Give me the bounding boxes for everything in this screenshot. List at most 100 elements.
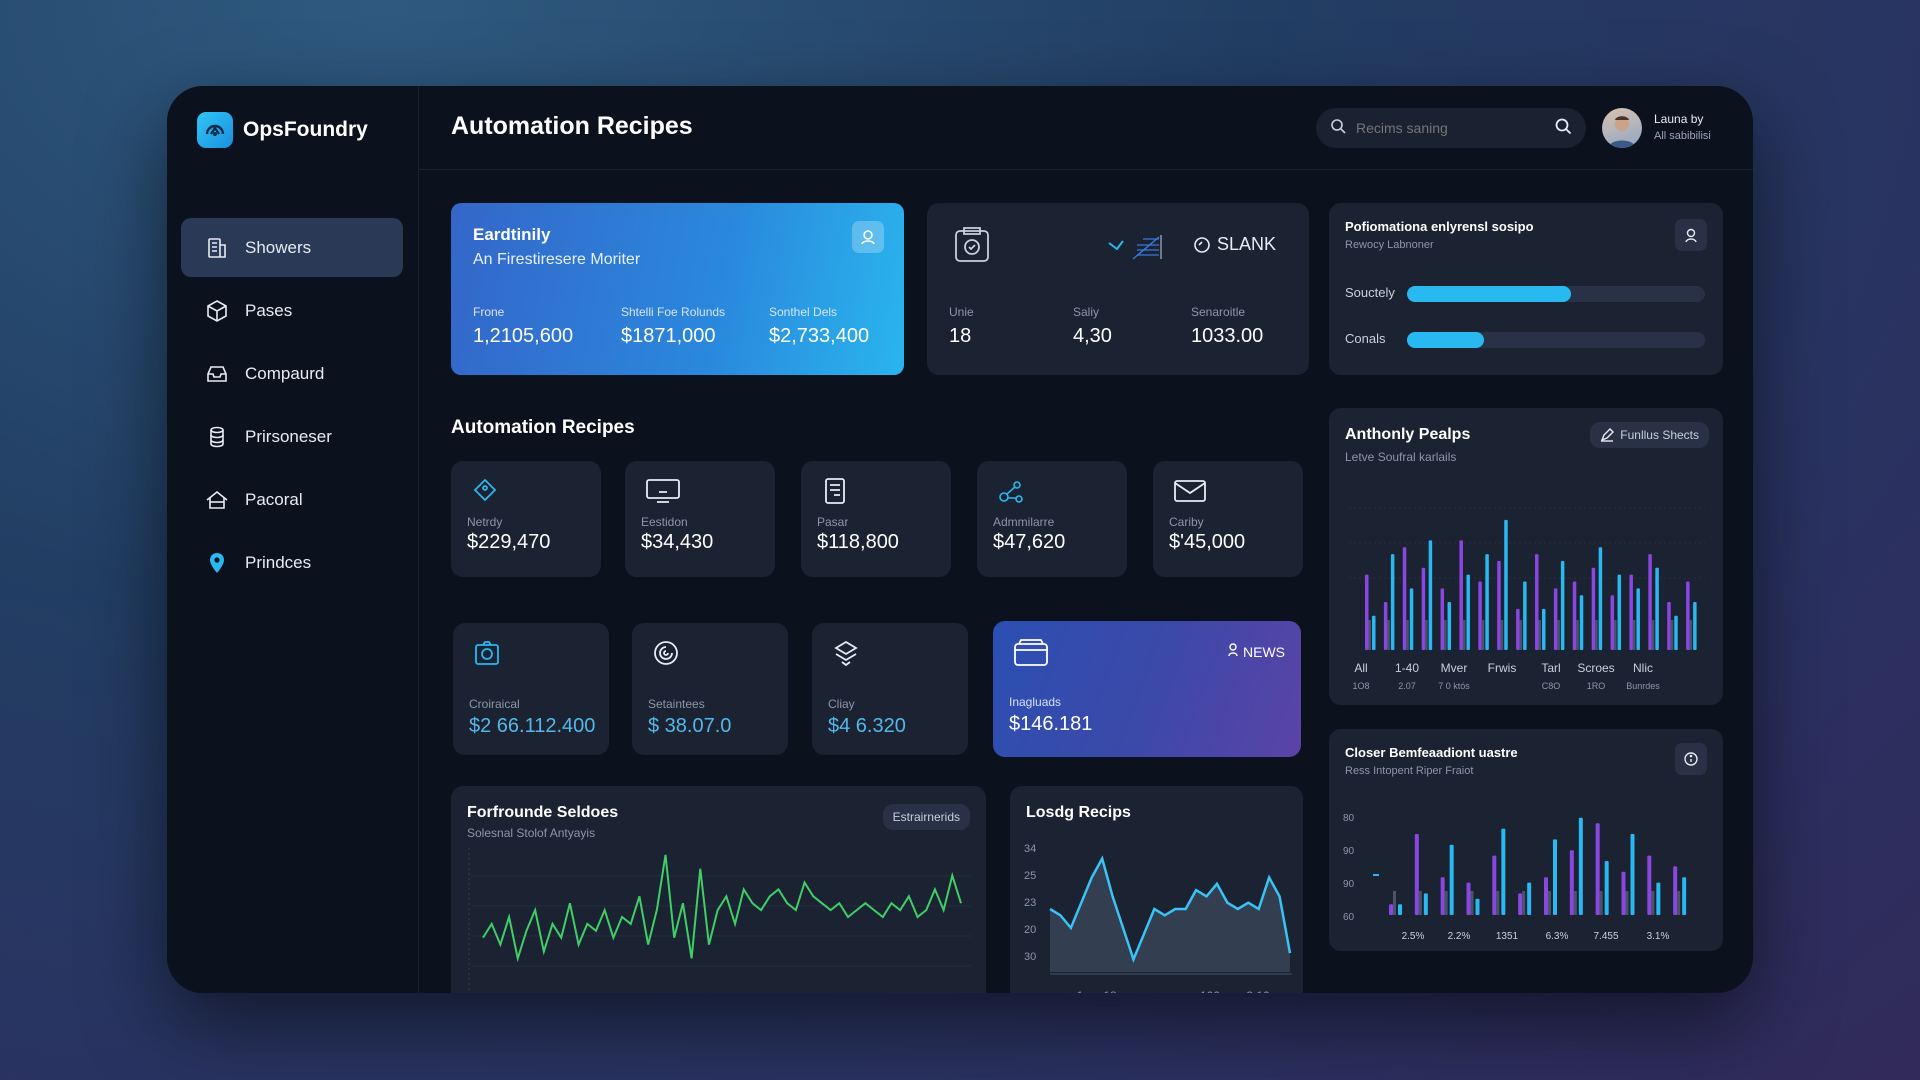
chart-bar <box>1409 588 1414 650</box>
sidebar-item-pacoral[interactable]: Pacoral <box>181 470 403 529</box>
x-tick-label: Mver <box>1441 661 1468 675</box>
hero-stat-label: Frone <box>473 305 505 319</box>
chart-bar-shadow <box>1393 891 1396 915</box>
sidebar-nav: Showers Pases Compaurd Prirsoneser Pacor… <box>181 218 403 596</box>
user-icon[interactable] <box>1675 219 1707 251</box>
recipe-tile[interactable]: Admmilarre $47,620 <box>977 461 1127 577</box>
chart-bar-shadow <box>1500 620 1504 650</box>
sidebar-item-label: Prirsoneser <box>245 426 332 446</box>
perf-subtitle: Rewocy Labnoner <box>1345 239 1434 251</box>
user-icon[interactable] <box>852 221 884 253</box>
x-tick-label: Scroes <box>1577 661 1614 675</box>
chart-bar-shadow <box>1406 620 1409 650</box>
recipe-tile[interactable]: Pasar $118,800 <box>801 461 951 577</box>
app-window: OpsFoundry Showers Pases Compaurd Prirso… <box>167 86 1753 993</box>
recipe-tile[interactable]: Cliay $4 6.320 <box>812 623 968 755</box>
brand[interactable]: OpsFoundry <box>197 112 368 148</box>
sidebar-item-pases[interactable]: Pases <box>181 281 403 340</box>
chart-bar <box>1523 581 1527 650</box>
chart-bar <box>1542 608 1546 650</box>
hero-subtitle: An Firestiresere Moriter <box>473 251 641 268</box>
chart-bar <box>1428 540 1433 650</box>
sparkline-icon <box>1107 233 1163 266</box>
tile-label: Cariby <box>1169 515 1204 529</box>
x-tick-label: 6.3% <box>1546 931 1569 942</box>
recipe-tile[interactable]: Netrdy $229,470 <box>451 461 601 577</box>
chart-bar-shadow <box>1677 891 1681 915</box>
x-tick-label: 18 <box>1103 989 1117 993</box>
search-submit-icon[interactable] <box>1554 117 1572 140</box>
sidebar-item-compaurd[interactable]: Compaurd <box>181 344 403 403</box>
x-tick-label: All <box>1354 661 1367 675</box>
recipe-tile[interactable]: Croiraical $2 66.112.400 <box>453 623 609 755</box>
chart-bar <box>1572 581 1577 650</box>
slank-card[interactable]: SLANK Unie 18 Saliy 4,30 Senaroitle 1033… <box>927 203 1309 375</box>
building-icon <box>205 236 229 260</box>
page-title: Automation Recipes <box>451 112 693 140</box>
bell-icon <box>1228 643 1238 657</box>
chart-bar-shadow <box>1632 620 1636 650</box>
slank-stat-value: 1033.00 <box>1191 325 1264 347</box>
recipe-tile[interactable]: Cariby $'45,000 <box>1153 461 1303 577</box>
news-tag[interactable]: NEWS <box>1227 643 1285 660</box>
chart-bar-shadow <box>1368 620 1371 650</box>
news-tile[interactable]: NEWS Inagluads $146.181 <box>993 621 1301 757</box>
chart-bar <box>1478 581 1482 650</box>
performance-card[interactable]: Pofiomationa enlyrensl sosipo Rewocy Lab… <box>1329 203 1723 375</box>
chart-bar <box>1621 871 1626 915</box>
y-tick-label: 90 <box>1343 846 1355 857</box>
recipe-tile[interactable]: Eestidon $34,430 <box>625 461 775 577</box>
y-tick-label: 90 <box>1343 879 1355 890</box>
chart-bar <box>1604 861 1609 915</box>
chart-bar <box>1414 834 1419 915</box>
chart-bar <box>1421 567 1426 650</box>
map-pin-icon <box>205 551 229 575</box>
brand-name: OpsFoundry <box>243 118 368 141</box>
chart-bar <box>1516 608 1520 650</box>
avatar[interactable] <box>1602 108 1642 148</box>
chart-series-line <box>482 854 962 963</box>
chart-bar <box>1527 882 1532 915</box>
chart-bar <box>1648 554 1652 650</box>
y-tick-label: 25 <box>1024 870 1036 882</box>
chart-bar-shadow <box>1689 620 1693 650</box>
anthony-bar-chart: All 1-40 Mver Frwis Tarl Scroes Nlic 1O8 2.07 7 0… <box>1349 507 1705 691</box>
chart-bar <box>1440 877 1445 915</box>
chart-bar <box>1636 588 1640 650</box>
layers-icon <box>832 639 860 667</box>
sidebar-item-prindces[interactable]: Prindces <box>181 533 403 592</box>
chart-bar <box>1535 554 1539 650</box>
sidebar-item-label: Showers <box>245 237 312 257</box>
x-tick-label: 2.2% <box>1448 931 1471 942</box>
sidebar-item-showers[interactable]: Showers <box>181 218 403 277</box>
losdg-chart-card: Losdg Recips 34 25 23 20 30 1 18 100 3.10 <box>1010 786 1303 993</box>
slank-stat: Saliy 4,30 <box>1073 305 1112 348</box>
chart-bar <box>1383 602 1388 650</box>
hero-card[interactable]: Eardtinily An Firestiresere Moriter Fron… <box>451 203 904 375</box>
sidebar-item-prirsoneser[interactable]: Prirsoneser <box>181 407 403 466</box>
tile-label: Admmilarre <box>993 515 1055 529</box>
chart-bar <box>1655 567 1659 650</box>
chart-bar <box>1595 823 1600 915</box>
spiral-icon <box>652 639 680 667</box>
forfrounde-line-chart <box>468 848 971 993</box>
slank-stat: Unie 18 <box>949 305 974 348</box>
losdg-area-chart: 34 25 23 20 30 1 18 100 3.10 <box>1024 843 1292 993</box>
recipe-tile[interactable]: Setaintees $ 38.07.0 <box>632 623 788 755</box>
chart-bar <box>1447 602 1452 650</box>
y-tick-label: 23 <box>1024 897 1036 909</box>
tile-value: $4 6.320 <box>828 715 906 737</box>
tile-label: Setaintees <box>648 697 705 711</box>
x-tick-label: 1351 <box>1496 931 1519 942</box>
progress-bar-fill <box>1407 332 1485 348</box>
tile-value: $47,620 <box>993 531 1066 553</box>
tag-icon <box>471 477 499 505</box>
sidebar-item-label: Pases <box>245 300 293 320</box>
search-box[interactable] <box>1316 108 1586 148</box>
closer-bar-chart: 80 90 90 60 2.5% 2.2% 1351 6.3% 7.455 3.1% <box>1343 813 1687 942</box>
search-input[interactable] <box>1356 120 1544 136</box>
sidebar-item-label: Compaurd <box>245 363 325 383</box>
x-sub-label: 1RO <box>1587 681 1606 691</box>
tile-label: Inagluads <box>1009 695 1062 709</box>
chart-bar <box>1423 893 1428 915</box>
